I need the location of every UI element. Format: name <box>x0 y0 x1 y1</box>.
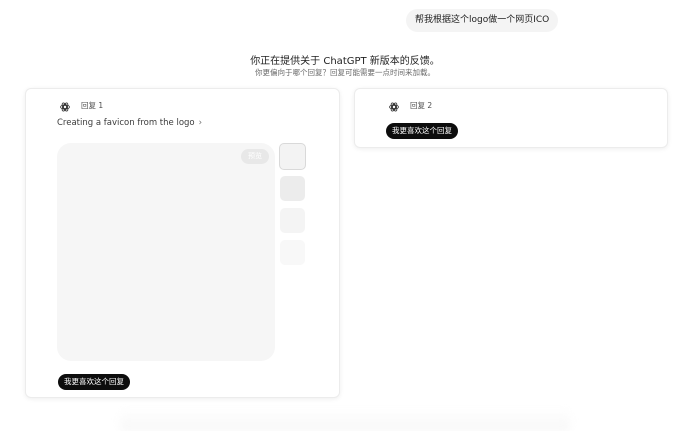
thumbnail-3[interactable] <box>280 208 305 233</box>
prefer-response-2-button[interactable]: 我更喜欢这个回复 <box>386 123 458 139</box>
response-2-card: 回复 2 我更喜欢这个回复 <box>354 88 668 148</box>
user-message-bubble: 帮我根据这个logo做一个网页ICO <box>406 9 559 32</box>
task-status-link[interactable]: Creating a favicon from the logo › <box>57 118 202 128</box>
response-1-label: 回复 1 <box>81 101 104 110</box>
response-1-card: 回复 1 Creating a favicon from the logo › 预… <box>25 88 340 398</box>
preview-badge: 预览 <box>241 149 269 164</box>
thumbnail-2[interactable] <box>280 176 305 201</box>
task-status-text: Creating a favicon from the logo <box>57 118 195 128</box>
response-2-label: 回复 2 <box>410 101 433 110</box>
feedback-subtitle: 你更偏向于哪个回复？回复可能需要一点时间来加载。 <box>255 68 435 77</box>
openai-logo-icon <box>59 98 71 112</box>
thumbnail-4[interactable] <box>280 240 305 265</box>
image-preview[interactable]: 预览 <box>57 143 275 361</box>
composer-fade <box>120 408 570 431</box>
feedback-title: 你正在提供关于 ChatGPT 新版本的反馈。 <box>250 56 440 67</box>
prefer-response-1-button[interactable]: 我更喜欢这个回复 <box>58 374 130 390</box>
chevron-right-icon: › <box>198 118 203 128</box>
openai-logo-icon <box>388 98 400 112</box>
thumbnail-1[interactable] <box>279 143 306 170</box>
